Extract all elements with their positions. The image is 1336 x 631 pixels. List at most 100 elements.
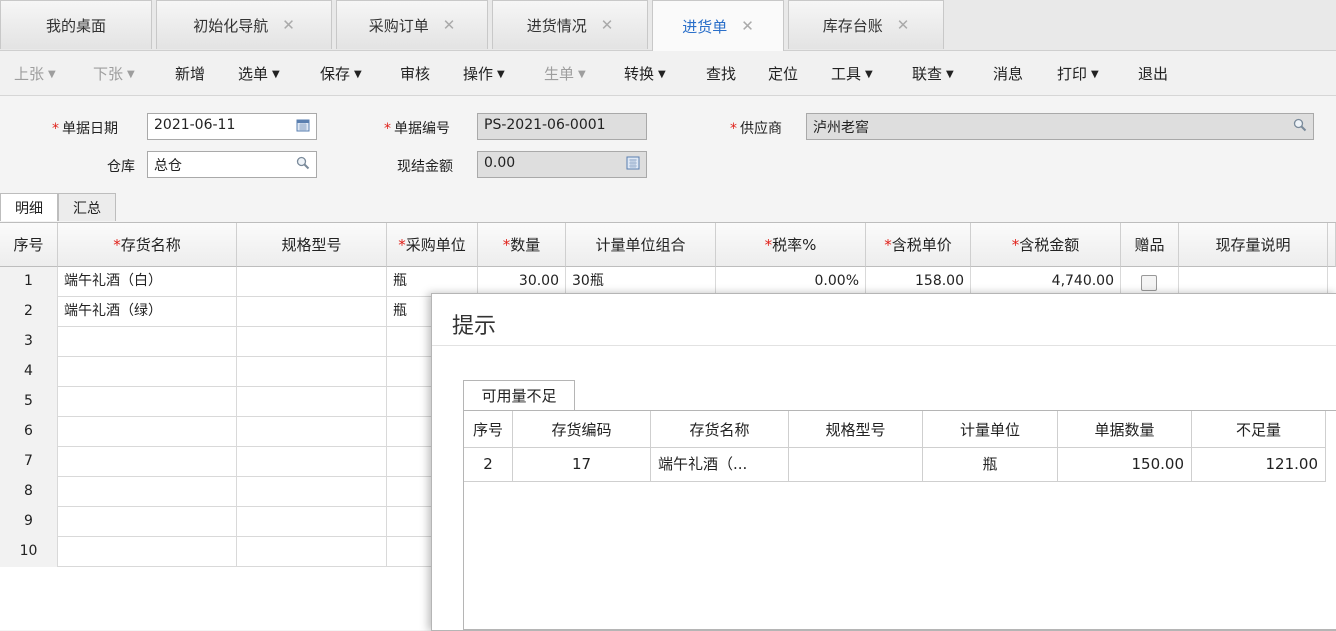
cell-shortage[interactable]: 121.00 [1192, 448, 1326, 482]
date-value: 2021-06-11 [154, 117, 236, 133]
col-header-doc-qty: 单据数量 [1058, 411, 1192, 448]
cell-name[interactable] [58, 537, 237, 567]
cell-name[interactable]: 端午礼酒（绿） [58, 297, 237, 327]
col-header-stock-note[interactable]: 现存量说明 [1179, 223, 1328, 267]
convert-button[interactable]: 转换 ▼ [624, 63, 666, 84]
close-icon[interactable]: ✕ [601, 16, 614, 34]
cash-label-text: 现结金额 [397, 159, 453, 175]
tab-label: 初始化导航 [193, 16, 269, 35]
search-icon[interactable] [1293, 118, 1307, 132]
col-header-gift[interactable]: 赠品 [1121, 223, 1179, 267]
supplier-field[interactable]: 泸州老窖 [806, 113, 1314, 140]
save-button[interactable]: 保存 ▼ [320, 63, 362, 84]
col-header-name[interactable]: * 存货名称 [58, 223, 237, 267]
cell-doc-qty[interactable]: 150.00 [1058, 448, 1192, 482]
tab-purchase-receipt[interactable]: 进货单 ✕ [652, 0, 784, 51]
cell-spec[interactable] [237, 297, 387, 327]
prev-button[interactable]: 上张 ▼ [14, 63, 56, 84]
header-text: 存货名称 [120, 236, 181, 254]
cash-amount-field[interactable]: 0.00 [477, 151, 647, 178]
locate-button[interactable]: 定位 [768, 63, 798, 84]
cell-name[interactable] [58, 447, 237, 477]
close-icon[interactable]: ✕ [282, 16, 295, 34]
col-header-price[interactable]: * 含税单价 [866, 223, 971, 267]
cell-spec[interactable] [237, 537, 387, 567]
print-button[interactable]: 打印 ▼ [1057, 63, 1099, 84]
cell-name[interactable] [58, 477, 237, 507]
convert-label: 转换 [624, 65, 655, 83]
cell-spec[interactable] [237, 447, 387, 477]
row-number: 7 [0, 447, 58, 477]
message-button[interactable]: 消息 [993, 63, 1023, 84]
tab-detail[interactable]: 明细 [0, 193, 58, 221]
cell-spec[interactable] [789, 448, 923, 482]
header-text: 现存量说明 [1215, 236, 1291, 254]
tab-my-desktop[interactable]: 我的桌面 [0, 0, 152, 49]
select-doc-button[interactable]: 选单 ▼ [238, 63, 280, 84]
next-button[interactable]: 下张 ▼ [93, 63, 135, 84]
find-button[interactable]: 查找 [706, 63, 736, 84]
gift-checkbox[interactable] [1141, 275, 1157, 291]
cell-name[interactable]: 端午礼酒（白） [58, 267, 237, 297]
cell-name[interactable] [58, 417, 237, 447]
col-header-qty[interactable]: * 数量 [478, 223, 566, 267]
generate-button[interactable]: 生单 ▼ [544, 63, 586, 84]
cell-spec[interactable] [237, 477, 387, 507]
col-header-spec[interactable]: 规格型号 [237, 223, 387, 267]
cell-name[interactable] [58, 387, 237, 417]
date-label: * 单据日期 [52, 121, 118, 137]
close-icon[interactable]: ✕ [741, 17, 754, 35]
caret-down-icon: ▼ [127, 69, 135, 80]
cell-name[interactable] [58, 327, 237, 357]
cell-name[interactable] [58, 507, 237, 537]
tools-button[interactable]: 工具 ▼ [831, 63, 873, 84]
header-text: 不足量 [1235, 420, 1281, 439]
warehouse-label: 仓库 [107, 156, 135, 176]
shortage-grid: 序号 存货编码 存货名称 规格型号 计量单位 单据数量 不足量 2 17 端午礼… [463, 410, 1336, 630]
header-text: 采购单位 [405, 236, 466, 254]
audit-button[interactable]: 审核 [400, 63, 430, 84]
date-field[interactable]: 2021-06-11 [147, 113, 317, 140]
tab-label: 采购订单 [368, 16, 429, 35]
col-header-name: 存货名称 [651, 411, 789, 448]
col-header-amount[interactable]: * 含税金额 [971, 223, 1121, 267]
calendar-icon[interactable] [296, 118, 310, 132]
col-header-seq: 序号 [0, 223, 58, 267]
tab-summary-label: 汇总 [73, 200, 101, 217]
cell-code[interactable]: 17 [513, 448, 651, 482]
tab-inventory-ledger[interactable]: 库存台账 ✕ [788, 0, 944, 49]
tab-insufficient-available[interactable]: 可用量不足 [463, 380, 575, 410]
close-icon[interactable]: ✕ [443, 16, 456, 34]
cell-name[interactable] [58, 357, 237, 387]
doc-number-field[interactable]: PS-2021-06-0001 [477, 113, 647, 140]
cell-name[interactable]: 端午礼酒（... [651, 448, 789, 482]
operate-button[interactable]: 操作 ▼ [463, 63, 505, 84]
tab-purchase-order[interactable]: 采购订单 ✕ [336, 0, 488, 49]
warehouse-field[interactable]: 总仓 [147, 151, 317, 178]
tab-purchase-status[interactable]: 进货情况 ✕ [492, 0, 648, 49]
cell-spec[interactable] [237, 327, 387, 357]
select-label: 选单 [238, 65, 269, 83]
cell-unit[interactable]: 瓶 [923, 448, 1058, 482]
cell-spec[interactable] [237, 267, 387, 297]
col-header-unit[interactable]: * 采购单位 [387, 223, 478, 267]
toolbar: 上张 ▼ 下张 ▼ 新增 选单 ▼ 保存 ▼ 审核 操作 ▼ 生单 ▼ 转换 ▼ 查找 定位 … [0, 51, 1336, 96]
col-header-unit-combo[interactable]: 计量单位组合 [566, 223, 716, 267]
search-icon[interactable] [296, 156, 310, 170]
cell-seq[interactable]: 2 [464, 448, 513, 482]
tab-summary[interactable]: 汇总 [58, 193, 116, 221]
close-icon[interactable]: ✕ [897, 16, 910, 34]
tab-init-guide[interactable]: 初始化导航 ✕ [156, 0, 332, 49]
linked-query-button[interactable]: 联查 ▼ [912, 63, 954, 84]
col-header-tax-rate[interactable]: * 税率% [716, 223, 866, 267]
calculator-icon[interactable] [626, 156, 640, 170]
cell-spec[interactable] [237, 357, 387, 387]
cell-spec[interactable] [237, 507, 387, 537]
exit-button[interactable]: 退出 [1138, 63, 1168, 84]
caret-down-icon: ▼ [658, 69, 666, 80]
cell-spec[interactable] [237, 417, 387, 447]
header-text: 数量 [510, 236, 541, 254]
cell-spec[interactable] [237, 387, 387, 417]
new-button[interactable]: 新增 [175, 63, 205, 84]
prev-label: 上张 [14, 65, 45, 83]
